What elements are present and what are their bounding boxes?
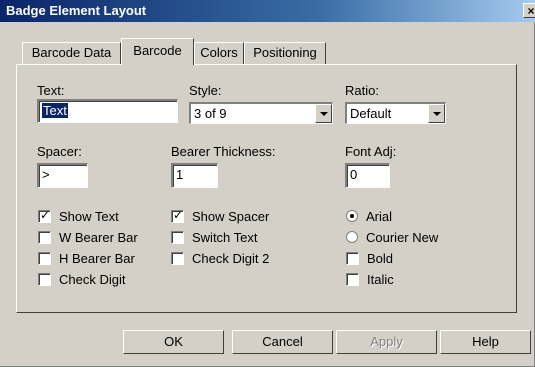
tab-colors[interactable]: Colors xyxy=(194,42,244,64)
tab-label: Colors xyxy=(200,45,238,60)
ok-button[interactable]: OK xyxy=(123,330,224,354)
tab-panel xyxy=(16,64,517,313)
help-button[interactable]: Help xyxy=(440,330,531,354)
close-icon: × xyxy=(527,4,535,18)
tab-label: Positioning xyxy=(253,45,317,60)
tab-label: Barcode Data xyxy=(31,45,112,60)
tab-positioning[interactable]: Positioning xyxy=(244,42,326,64)
apply-button[interactable]: Apply xyxy=(336,330,437,354)
dialog-window: Badge Element Layout × Barcode Data Barc… xyxy=(0,0,535,367)
tab-label: Barcode xyxy=(133,43,182,58)
close-button[interactable]: × xyxy=(523,3,535,18)
title-bar[interactable]: Badge Element Layout × xyxy=(0,0,535,22)
cancel-button[interactable]: Cancel xyxy=(232,330,333,354)
window-title: Badge Element Layout xyxy=(6,3,147,18)
tab-barcode-data[interactable]: Barcode Data xyxy=(22,42,121,64)
tab-barcode[interactable]: Barcode xyxy=(121,38,194,65)
